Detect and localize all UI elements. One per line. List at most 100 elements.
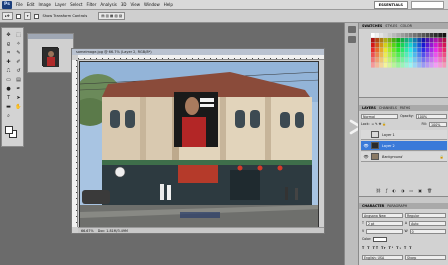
swatch-cell[interactable] <box>375 43 379 48</box>
swatch-cell[interactable] <box>396 53 400 58</box>
swatch-cell[interactable] <box>434 38 438 43</box>
swatch-cell[interactable] <box>421 53 426 58</box>
eraser-icon[interactable]: ▭ <box>4 76 13 84</box>
swatch-cell[interactable] <box>429 48 434 53</box>
swatch-cell[interactable] <box>404 58 409 63</box>
swatch-cell[interactable] <box>442 33 447 38</box>
swatch-cell[interactable] <box>413 48 417 53</box>
swatch-cell[interactable] <box>379 63 384 68</box>
swatch-cell[interactable] <box>400 43 405 48</box>
swatch-cell[interactable] <box>408 43 413 48</box>
swatch-cell[interactable] <box>392 48 396 53</box>
layer-row[interactable]: Layer 1 <box>361 130 447 140</box>
swatch-cell[interactable] <box>375 33 379 38</box>
swatch-cell[interactable] <box>442 43 447 48</box>
swatch-cell[interactable] <box>396 58 400 63</box>
swatch-cell[interactable] <box>417 33 421 38</box>
language-dropdown[interactable]: English: USA <box>362 254 403 260</box>
swatch-cell[interactable] <box>421 63 426 68</box>
magic-wand-icon[interactable]: ✧ <box>14 40 23 48</box>
vertical-ruler[interactable] <box>72 60 78 227</box>
swatch-cell[interactable] <box>408 48 413 53</box>
fill-input[interactable]: 100% <box>429 121 447 127</box>
swatch-cell[interactable] <box>400 38 405 43</box>
swatch-cell[interactable] <box>429 38 434 43</box>
actions-panel-icon[interactable] <box>347 36 356 43</box>
swatch-cell[interactable] <box>408 33 413 38</box>
healing-brush-icon[interactable]: ✚ <box>4 58 13 66</box>
document-size[interactable]: Doc: 1.81M/3.49M <box>98 229 128 233</box>
swatch-cell[interactable] <box>429 58 434 63</box>
swatch-cell[interactable] <box>434 63 438 68</box>
secondary-document-window[interactable] <box>27 33 74 73</box>
swatch-cell[interactable] <box>383 63 388 68</box>
swatch-cell[interactable] <box>421 38 426 43</box>
swatch-cell[interactable] <box>413 53 417 58</box>
swatch-cell[interactable] <box>413 58 417 63</box>
swatch-cell[interactable] <box>396 43 400 48</box>
visibility-eye-icon[interactable]: 👁 <box>363 154 369 160</box>
swatch-cell[interactable] <box>383 33 388 38</box>
swatch-cell[interactable] <box>417 58 421 63</box>
swatch-cell[interactable] <box>383 38 388 43</box>
swatch-cell[interactable] <box>371 48 375 53</box>
swatch-cell[interactable] <box>404 38 409 43</box>
tool-preset-picker[interactable]: ▸✥ <box>2 12 13 20</box>
image-canvas[interactable] <box>79 61 319 228</box>
swatch-cell[interactable] <box>425 33 430 38</box>
swatch-cell[interactable] <box>425 43 430 48</box>
swatch-cell[interactable] <box>425 38 430 43</box>
swatch-cell[interactable] <box>371 43 375 48</box>
swatch-cell[interactable] <box>421 33 426 38</box>
swatch-cell[interactable] <box>442 38 447 43</box>
horizontal-ruler[interactable] <box>78 55 324 60</box>
swatch-cell[interactable] <box>392 58 396 63</box>
swatch-cell[interactable] <box>408 63 413 68</box>
text-style-buttons[interactable]: T T TT Tr T¹ T₁ T T <box>362 245 446 251</box>
swatch-cell[interactable] <box>387 38 392 43</box>
swatch-cell[interactable] <box>379 43 384 48</box>
swatch-cell[interactable] <box>371 33 375 38</box>
lock-icons[interactable]: ▫✎✥🔒 <box>372 122 388 126</box>
swatch-cell[interactable] <box>396 48 400 53</box>
swatch-cell[interactable] <box>387 53 392 58</box>
menu-image[interactable]: Image <box>36 0 53 10</box>
auto-select-dropdown[interactable]: ▾ <box>23 12 32 20</box>
menu-filter[interactable]: Filter <box>84 0 98 10</box>
workspace-switcher[interactable]: ESSENTIALS <box>373 1 408 9</box>
swatch-cell[interactable] <box>417 38 421 43</box>
swatch-cell[interactable] <box>438 38 442 43</box>
swatch-cell[interactable] <box>417 53 421 58</box>
adjustment-icon[interactable]: ◑ <box>401 188 405 194</box>
swatch-cell[interactable] <box>417 48 421 53</box>
gradient-icon[interactable]: ▤ <box>14 76 23 84</box>
fx-icon[interactable]: ƒ <box>386 188 387 194</box>
swatch-cell[interactable] <box>371 38 375 43</box>
swatch-cell[interactable] <box>434 33 438 38</box>
swatch-cell[interactable] <box>396 63 400 68</box>
swatch-cell[interactable] <box>413 38 417 43</box>
layer-name[interactable]: Layer 1 <box>382 133 395 137</box>
tab-layers[interactable]: LAYERS <box>362 105 376 111</box>
swatch-cell[interactable] <box>387 63 392 68</box>
menu-analysis[interactable]: Analysis <box>98 0 118 10</box>
swatch-cell[interactable] <box>429 53 434 58</box>
menu-file[interactable]: File <box>14 0 25 10</box>
swatch-cell[interactable] <box>413 43 417 48</box>
swatch-cell[interactable] <box>379 33 384 38</box>
swatch-cell[interactable] <box>396 33 400 38</box>
layer-name[interactable]: Background <box>382 155 402 159</box>
blend-mode-dropdown[interactable]: Normal <box>361 113 399 119</box>
swatch-cell[interactable] <box>417 43 421 48</box>
layer-row-selected[interactable]: 👁 Layer 2 <box>361 141 447 151</box>
tab-paths[interactable]: PATHS <box>400 105 410 111</box>
pen-tool-icon[interactable]: ✒ <box>14 85 23 93</box>
swatch-cell[interactable] <box>404 63 409 68</box>
menu-3d[interactable]: 3D <box>119 0 129 10</box>
menu-select[interactable]: Select <box>68 0 84 10</box>
menu-edit[interactable]: Edit <box>25 0 37 10</box>
swatch-cell[interactable] <box>425 58 430 63</box>
swatch-cell[interactable] <box>408 38 413 43</box>
document-window[interactable]: someimage.jpg @ 66.7% (Layer 2, RGB/8*) <box>71 48 325 234</box>
swatch-cell[interactable] <box>379 58 384 63</box>
